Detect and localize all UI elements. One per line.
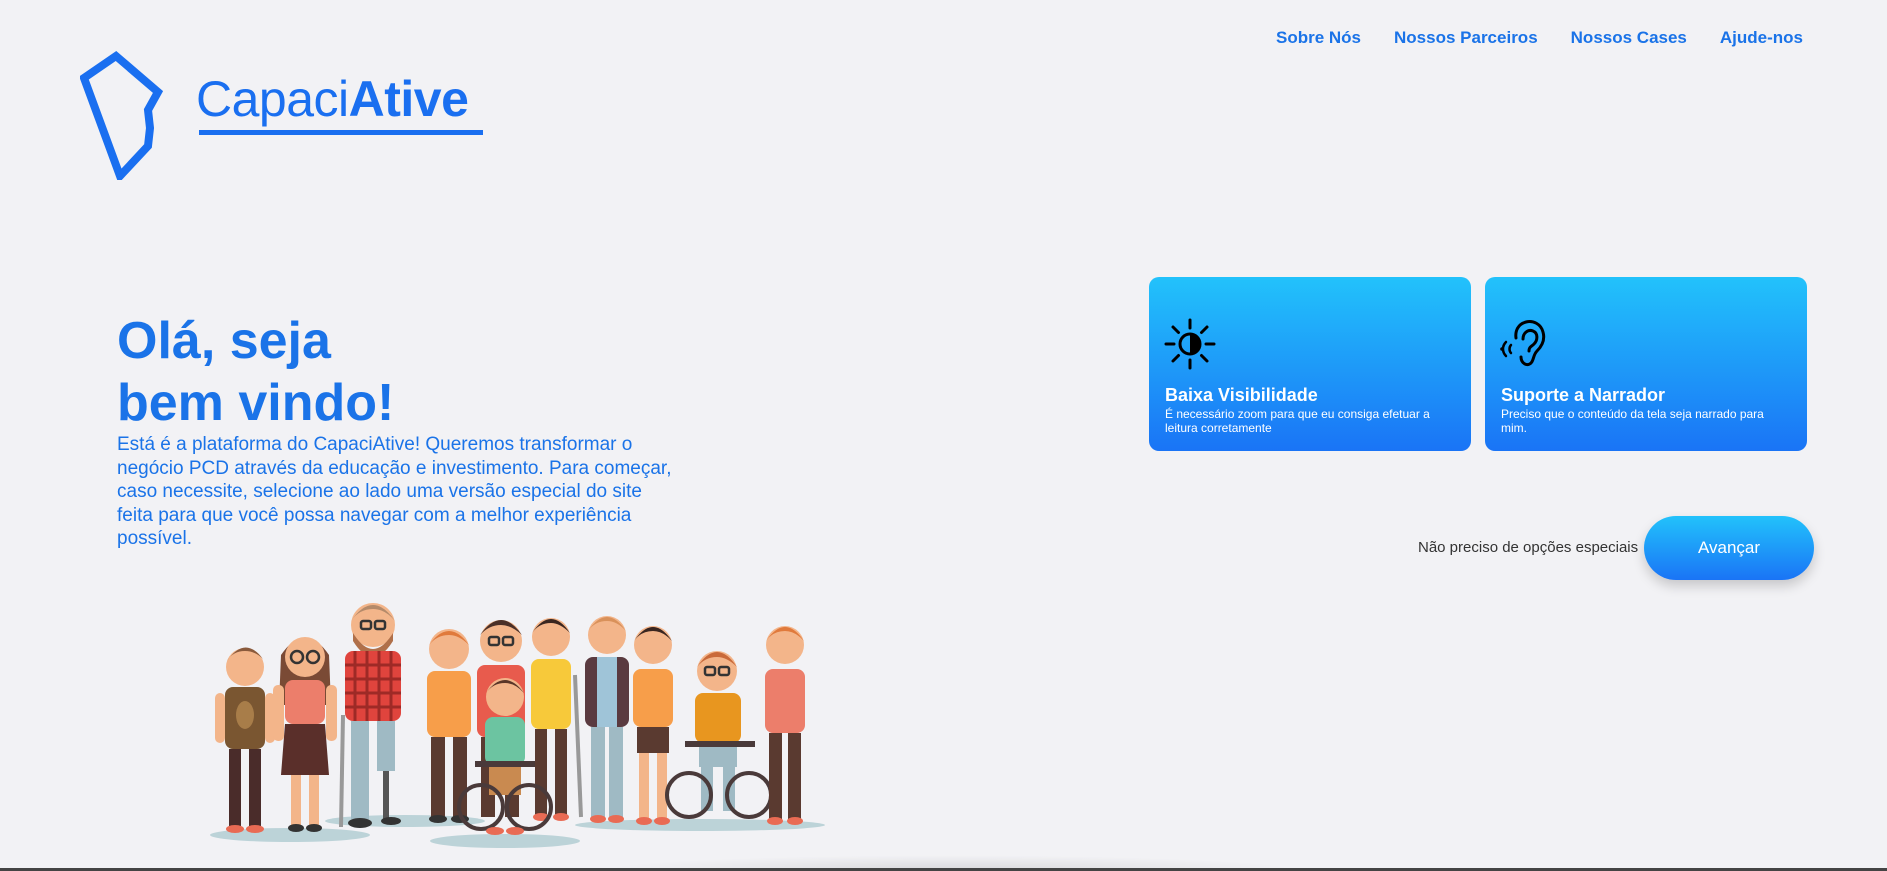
screen-reader-description: Preciso que o conteúdo da tela seja narr… <box>1501 407 1764 435</box>
brand-logo[interactable]: CapaciAtive <box>80 50 490 180</box>
low-vision-option-card[interactable]: Baixa Visibilidade É necessário zoom par… <box>1149 277 1471 451</box>
logo-underline <box>199 130 483 135</box>
welcome-page: Sobre Nós Nossos Parceiros Nossos Cases … <box>0 0 1887 871</box>
diverse-people-group-illustration <box>210 603 825 848</box>
nav-nossos-parceiros[interactable]: Nossos Parceiros <box>1394 28 1538 48</box>
nav-nossos-cases[interactable]: Nossos Cases <box>1571 28 1687 48</box>
logo-text-light: Capaci <box>196 71 349 127</box>
screen-reader-title: Suporte a Narrador <box>1501 385 1666 405</box>
no-special-options-label: Não preciso de opções especiais <box>1418 539 1639 556</box>
top-nav: Sobre Nós Nossos Parceiros Nossos Cases … <box>1276 28 1803 48</box>
nav-sobre-nos[interactable]: Sobre Nós <box>1276 28 1361 48</box>
screen-reader-option-card[interactable]: Suporte a Narrador Preciso que o conteúd… <box>1485 277 1807 451</box>
brightness-contrast-icon <box>1164 318 1216 370</box>
hero-title-line2: bem vindo! <box>117 374 395 432</box>
ear-sound-icon <box>1500 320 1546 367</box>
logo-text-bold: Ative <box>348 71 469 127</box>
hero-title-line1: Olá, seja <box>117 312 331 370</box>
low-vision-description: É necessário zoom para que eu consiga ef… <box>1165 407 1430 435</box>
advance-button[interactable]: Avançar <box>1644 516 1814 580</box>
hero-title: Olá, seja bem vindo! <box>117 310 394 434</box>
kite-diamond-logo-icon <box>80 50 164 180</box>
low-vision-title: Baixa Visibilidade <box>1165 385 1318 405</box>
logo-wordmark: CapaciAtive <box>196 70 469 128</box>
nav-ajude-nos[interactable]: Ajude-nos <box>1720 28 1803 48</box>
hero-description: Está é a plataforma do CapaciAtive! Quer… <box>117 434 672 549</box>
